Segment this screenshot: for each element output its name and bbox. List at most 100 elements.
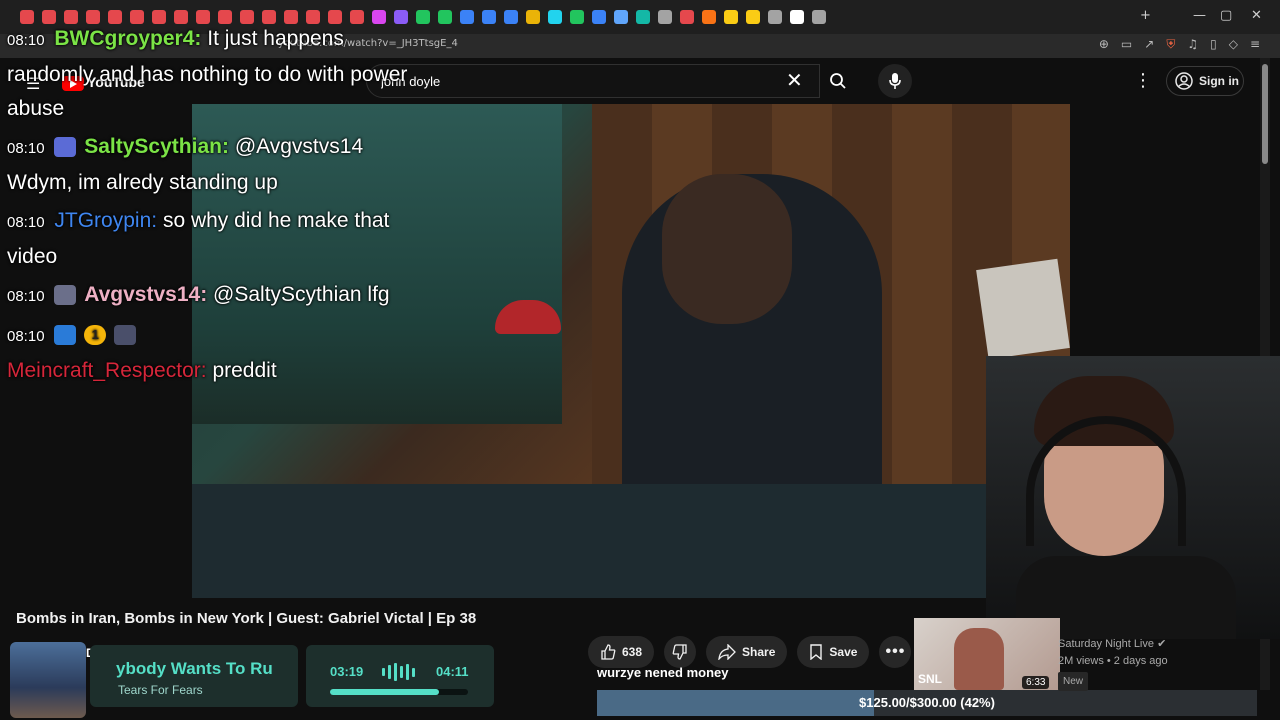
song-title: ybody Wants To Ru — [116, 659, 273, 678]
chat-message: 08:10 Avgvstvs14: @SaltyScythian lfg — [7, 278, 427, 314]
close-window-button[interactable]: ✕ — [1251, 8, 1262, 23]
gift-count-badge: 1 — [84, 325, 107, 346]
thumbs-down-icon — [672, 644, 687, 660]
browser-tab-favicon[interactable] — [680, 10, 694, 24]
brave-shield-icon[interactable]: ⛨ — [1166, 37, 1175, 52]
search-icon — [830, 73, 846, 89]
recommended-video-meta[interactable]: Saturday Night Live ✔ 2M views • 2 days … — [1058, 636, 1168, 691]
recommended-video-thumbnail[interactable]: SNL 6:33 — [914, 618, 1060, 690]
chat-username: SaltyScythian — [84, 135, 222, 158]
song-elapsed: 03:19 — [330, 664, 364, 679]
chat-separator: : — [200, 283, 208, 306]
minimize-button[interactable]: — — [1193, 8, 1206, 23]
extension-music-icon[interactable]: ♫ — [1187, 37, 1198, 52]
channel-avatar[interactable] — [10, 642, 86, 718]
chat-message: 08:10 BWCgroyper4: It just happens rando… — [7, 22, 427, 126]
sign-in-button[interactable]: Sign in — [1166, 66, 1244, 96]
clear-search-icon[interactable]: ✕ — [786, 68, 803, 93]
voice-search-button[interactable] — [878, 64, 912, 98]
donation-goal-label: $125.00/$300.00 (42%) — [859, 695, 995, 710]
search-box — [366, 64, 820, 98]
chat-timestamp: 08:10 — [7, 288, 45, 305]
song-progress-fill — [330, 689, 440, 695]
chat-message: 08:10 JTGroypin: so why did he make that… — [7, 204, 427, 274]
video-duration: 6:33 — [1022, 676, 1050, 689]
recommended-views: 2M views • 2 days ago — [1058, 655, 1168, 667]
browser-tab-favicon[interactable] — [614, 10, 628, 24]
chat-separator: : — [221, 135, 229, 158]
more-options-icon[interactable]: ⋮ — [1134, 70, 1152, 91]
share-button[interactable]: Share — [706, 636, 788, 668]
hammer-badge-icon — [54, 325, 77, 346]
thumbs-up-icon — [601, 644, 616, 660]
sub-badge-icon — [54, 285, 77, 306]
thumbnail-person — [954, 628, 1004, 690]
chat-overlay: 08:10 BWCgroyper4: It just happens rando… — [7, 22, 427, 388]
menu-icon[interactable]: ≡ — [1250, 37, 1260, 52]
save-button[interactable]: Save — [797, 636, 870, 668]
verified-icon: ✔ — [1157, 638, 1167, 650]
browser-tab-favicon[interactable] — [504, 10, 518, 24]
browser-tab-favicon[interactable] — [724, 10, 738, 24]
cast-icon[interactable]: ▭ — [1121, 37, 1132, 52]
recommended-channel[interactable]: Saturday Night Live — [1058, 638, 1154, 650]
mod-badge-icon — [54, 137, 77, 158]
browser-tab-favicon[interactable] — [746, 10, 760, 24]
sign-in-label: Sign in — [1199, 74, 1239, 88]
search-button[interactable] — [820, 64, 856, 98]
donation-goal-bar: $125.00/$300.00 (42%) — [597, 690, 1257, 716]
browser-tab-favicon[interactable] — [438, 10, 452, 24]
new-badge: New — [1058, 672, 1089, 691]
chat-timestamp: 08:10 — [7, 328, 45, 345]
video-title: Bombs in Iran, Bombs in New York | Guest… — [16, 610, 477, 627]
maximize-button[interactable]: ▢ — [1220, 8, 1232, 23]
browser-tab-favicon[interactable] — [482, 10, 496, 24]
browser-tab-favicon[interactable] — [592, 10, 606, 24]
save-label: Save — [829, 645, 858, 659]
browser-tab-favicon[interactable] — [790, 10, 804, 24]
more-actions-button[interactable]: ••• — [879, 636, 912, 668]
page-scroll-thumb[interactable] — [1262, 64, 1268, 164]
more-horizontal-icon: ••• — [885, 643, 906, 660]
browser-tab-favicon[interactable] — [768, 10, 782, 24]
new-tab-button[interactable]: + — [1140, 8, 1151, 23]
wallet-icon[interactable]: ◇ — [1229, 37, 1238, 52]
now-playing-widget: ybody Wants To Ru Tears For Fears — [90, 645, 298, 707]
chat-timestamp: 08:10 — [7, 214, 45, 231]
browser-tab-favicon[interactable] — [658, 10, 672, 24]
equalizer-icon — [382, 663, 415, 681]
browser-tab-favicon[interactable] — [570, 10, 584, 24]
browser-tab-favicon[interactable] — [460, 10, 474, 24]
like-button[interactable]: 638 — [588, 636, 655, 668]
chat-username: BWCgroyper4 — [54, 27, 195, 50]
music-progress-widget: 03:19 04:11 — [306, 645, 494, 707]
zoom-icon[interactable]: ⊕ — [1099, 37, 1109, 52]
search-input[interactable] — [367, 65, 767, 97]
chat-timestamp: 08:10 — [7, 32, 45, 49]
video-desk — [192, 484, 1070, 598]
chat-message: 08:10 1 Meincraft_Respector: preddit — [7, 318, 427, 388]
like-count: 638 — [622, 645, 643, 659]
thumbnail-text: SNL — [918, 672, 942, 686]
chat-text: preddit — [212, 359, 277, 382]
emote-badge-icon — [114, 325, 137, 346]
song-total: 04:11 — [436, 664, 469, 679]
streamer-webcam — [986, 356, 1280, 639]
browser-tab-favicon[interactable] — [812, 10, 826, 24]
extension-icons: ⊕ ▭ ↗ ⛨ ♫ ▯ ◇ ≡ — [1099, 37, 1260, 52]
browser-tab-favicon[interactable] — [702, 10, 716, 24]
video-actions: 638 Share Save ••• — [588, 636, 912, 668]
song-artist: Tears For Fears — [118, 683, 203, 697]
browser-tab-favicon[interactable] — [636, 10, 650, 24]
browser-tab-favicon[interactable] — [548, 10, 562, 24]
browser-tab-favicon[interactable] — [526, 10, 540, 24]
chat-separator: : — [151, 209, 158, 232]
share-icon — [718, 644, 736, 660]
chat-message: 08:10 SaltyScythian: @Avgvstvs14 Wdym, i… — [7, 130, 427, 200]
dislike-button[interactable] — [664, 636, 697, 668]
account-icon — [1175, 72, 1193, 90]
video-host-head — [662, 174, 792, 324]
share-page-icon[interactable]: ↗ — [1144, 37, 1154, 52]
sidebar-icon[interactable]: ▯ — [1210, 37, 1217, 52]
microphone-icon — [889, 73, 901, 89]
